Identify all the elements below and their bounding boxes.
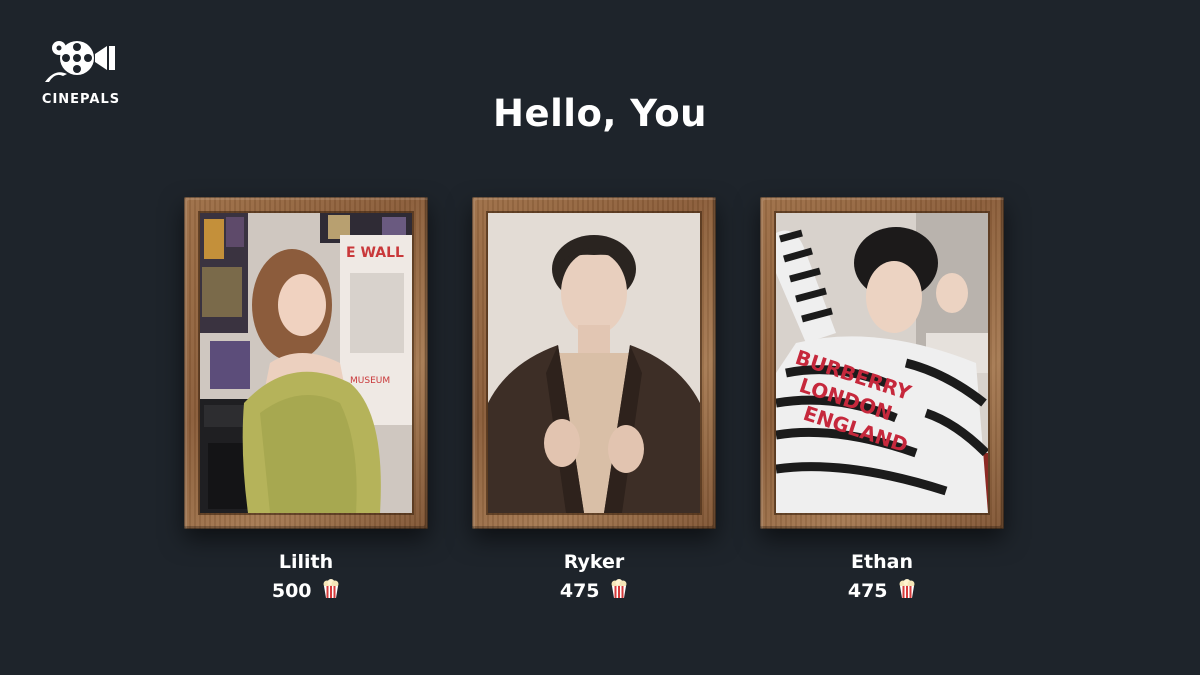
points-value: 500 [271, 580, 312, 602]
profile-name: Lilith [278, 551, 334, 573]
picture-frame: E WALL MUSEUM [184, 197, 428, 529]
profile-name: Ethan [851, 551, 913, 573]
profile-card-ryker[interactable]: Ryker 475 [472, 197, 716, 604]
profile-name: Ryker [563, 551, 625, 573]
picture-frame [472, 197, 716, 529]
profile-points: 475 [760, 579, 1004, 604]
svg-text:E WALL: E WALL [346, 245, 404, 261]
page-title: Hello, You [493, 92, 707, 135]
profile-points: 475 [472, 579, 716, 604]
profile-photo: BURBERRY LONDON ENGLAND [776, 213, 988, 513]
profile-card-lilith[interactable]: E WALL MUSEUM Lilith 500 [184, 197, 428, 604]
film-camera-icon [45, 41, 115, 82]
profile-points: 500 [184, 579, 428, 604]
popcorn-icon [610, 579, 628, 604]
profile-list: E WALL MUSEUM Lilith 500 Ryker 475 BURBE… [184, 197, 1004, 617]
picture-frame: BURBERRY LONDON ENGLAND [760, 197, 1004, 529]
profile-photo: E WALL MUSEUM [200, 213, 412, 513]
popcorn-icon [898, 579, 916, 604]
profile-photo [488, 213, 700, 513]
svg-text:MUSEUM: MUSEUM [350, 376, 390, 386]
profile-card-ethan[interactable]: BURBERRY LONDON ENGLAND Ethan 475 [760, 197, 1004, 604]
points-value: 475 [559, 580, 600, 602]
popcorn-icon [322, 579, 340, 604]
points-value: 475 [847, 580, 888, 602]
